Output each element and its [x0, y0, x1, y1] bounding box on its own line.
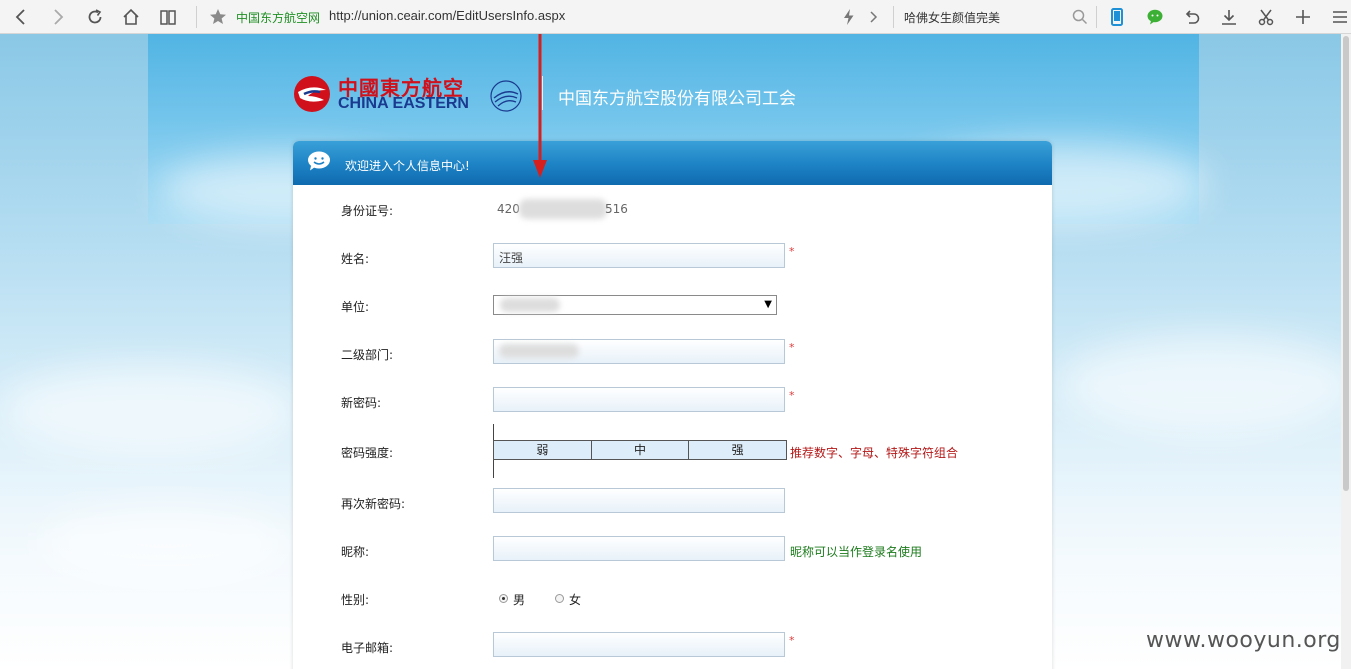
department-input[interactable] [493, 339, 785, 364]
wechat-icon[interactable] [1144, 6, 1166, 28]
gender-label: 性别: [341, 593, 370, 607]
company-name: 中国东方航空股份有限公司工会 [558, 89, 796, 109]
panel-header: 欢迎进入个人信息中心! [293, 141, 1052, 185]
required-mark: * [789, 245, 795, 258]
repeat-password-label: 再次新密码: [341, 497, 406, 511]
reader-icon[interactable] [157, 6, 179, 28]
search-icon[interactable] [1069, 6, 1091, 28]
site-name: 中国东方航空网 [236, 11, 321, 25]
toolbar-separator [893, 6, 894, 28]
nickname-label: 昵称: [341, 545, 370, 559]
redacted-id-blur [519, 199, 607, 219]
id-number-label: 身份证号: [341, 204, 394, 218]
new-tab-plus-icon[interactable] [1292, 6, 1314, 28]
download-icon[interactable] [1218, 6, 1240, 28]
page-scrollbar[interactable] [1341, 34, 1351, 669]
panel-title: 欢迎进入个人信息中心! [345, 159, 470, 173]
required-mark: * [789, 341, 795, 354]
menu-icon[interactable] [1329, 6, 1351, 28]
skyteam-logo-icon [490, 80, 522, 112]
id-number-suffix: 516 [605, 202, 628, 216]
undo-icon[interactable] [1181, 6, 1203, 28]
email-input[interactable] [493, 632, 785, 657]
required-mark: * [789, 634, 795, 647]
watermark-text: www.wooyun.org [1146, 628, 1341, 653]
gender-male-radio[interactable] [499, 594, 508, 603]
email-label: 电子邮箱: [341, 641, 394, 655]
unit-label: 单位: [341, 300, 370, 314]
scissors-icon[interactable] [1255, 6, 1277, 28]
chevron-right-icon[interactable] [862, 6, 884, 28]
redacted-unit-blur [500, 298, 560, 312]
back-icon[interactable] [10, 6, 32, 28]
profile-panel: 欢迎进入个人信息中心! 身份证号: 420 516 姓名: 汪强 * 单位: ▼… [293, 141, 1052, 669]
mobile-icon[interactable] [1106, 6, 1128, 28]
nickname-hint: 昵称可以当作登录名使用 [790, 545, 923, 559]
strength-medium: 中 [590, 441, 689, 459]
strength-divider [493, 424, 494, 440]
unit-select[interactable]: ▼ [493, 295, 777, 315]
department-label: 二级部门: [341, 348, 394, 362]
annotation-arrow [533, 34, 547, 178]
name-input[interactable]: 汪强 [493, 243, 785, 268]
logo-english-text: CHINA EASTERN [338, 95, 469, 112]
new-password-input[interactable] [493, 387, 785, 412]
reload-icon[interactable] [84, 6, 106, 28]
china-eastern-swallow-icon [294, 76, 330, 112]
toolbar-separator [196, 6, 197, 28]
gender-female-radio[interactable] [555, 594, 564, 603]
lightning-icon[interactable] [838, 6, 860, 28]
password-strength-label: 密码强度: [341, 446, 394, 460]
star-icon[interactable] [207, 6, 229, 28]
search-input[interactable]: 哈佛女生颜值完美 [904, 9, 1000, 26]
strength-strong: 强 [688, 441, 787, 459]
strength-weak: 弱 [494, 441, 591, 459]
home-icon[interactable] [120, 6, 142, 28]
id-number-prefix: 420 [497, 202, 520, 216]
password-strength-meter: 弱 中 强 [493, 440, 787, 460]
toolbar-separator [1096, 6, 1097, 28]
redacted-dept-blur [499, 344, 579, 358]
smiley-chat-icon [308, 151, 330, 171]
gender-male-label[interactable]: 男 [513, 591, 525, 608]
address-bar-url[interactable]: http://union.ceair.com/EditUsersInfo.asp… [329, 8, 565, 23]
required-mark: * [789, 389, 795, 402]
strength-divider [493, 460, 494, 478]
name-label: 姓名: [341, 252, 370, 266]
new-password-label: 新密码: [341, 396, 382, 410]
password-hint: 推荐数字、字母、特殊字符组合 [790, 446, 959, 460]
site-logo: 中國東方航空 CHINA EASTERN 中国东方航空股份有限公司工会 [292, 72, 812, 116]
browser-toolbar: 中国东方航空网 http://union.ceair.com/EditUsers… [0, 0, 1351, 34]
page-background: 中國東方航空 CHINA EASTERN 中国东方航空股份有限公司工会 欢迎进入… [0, 34, 1351, 669]
gender-female-label[interactable]: 女 [569, 591, 581, 608]
repeat-password-input[interactable] [493, 488, 785, 513]
forward-icon[interactable] [47, 6, 69, 28]
nickname-input[interactable] [493, 536, 785, 561]
dropdown-arrow-icon: ▼ [764, 299, 772, 310]
